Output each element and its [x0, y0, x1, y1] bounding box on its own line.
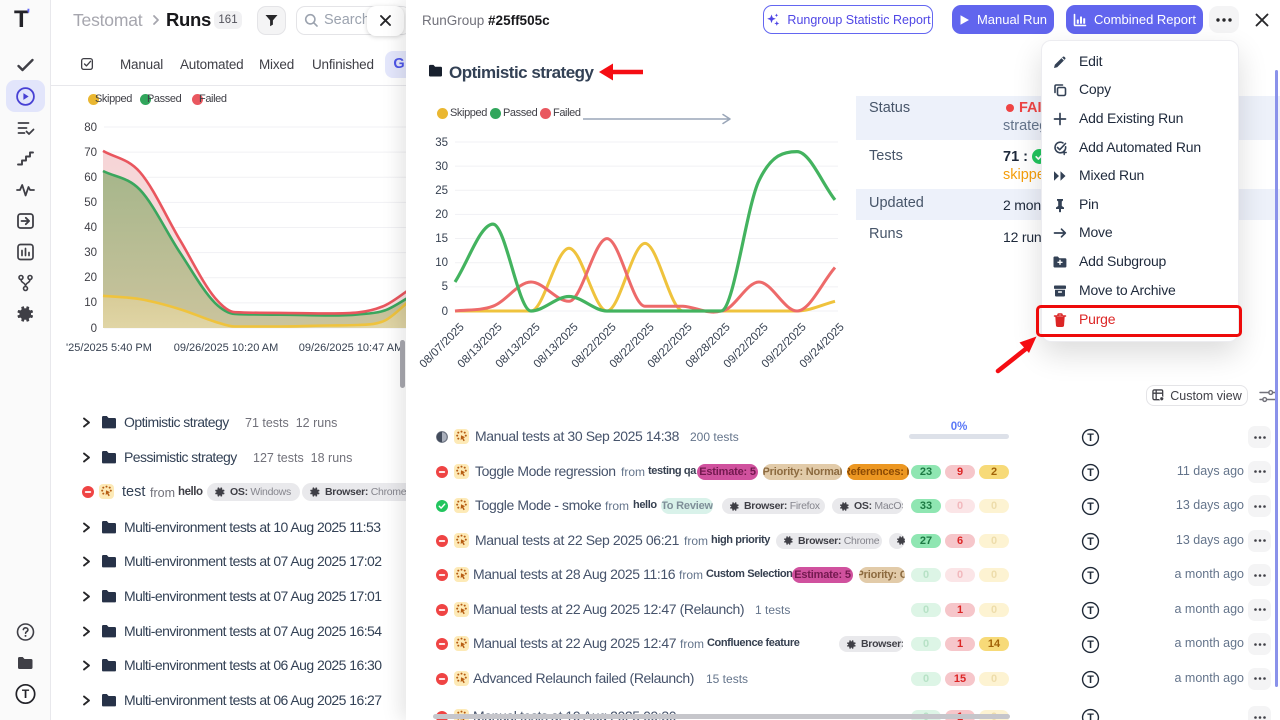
svg-text:20: 20: [84, 272, 97, 284]
svg-text:70: 70: [84, 147, 97, 159]
svg-text:80: 80: [84, 122, 97, 134]
svg-text:20: 20: [435, 209, 448, 221]
svg-text:5: 5: [442, 281, 448, 293]
svg-text:T: T: [1087, 639, 1094, 651]
svg-text:T: T: [1087, 467, 1094, 479]
svg-text:10: 10: [435, 257, 448, 269]
svg-text:25: 25: [435, 185, 448, 197]
svg-text:T: T: [1087, 570, 1094, 582]
svg-text:10: 10: [84, 297, 97, 309]
svg-text:35: 35: [435, 137, 448, 149]
svg-text:T: T: [1087, 501, 1094, 513]
svg-text:40: 40: [84, 222, 97, 234]
svg-text:T: T: [1087, 712, 1094, 720]
svg-text:T: T: [22, 687, 30, 701]
svg-text:50: 50: [84, 197, 97, 209]
svg-text:09/26/2025 10:47 AM: 09/26/2025 10:47 AM: [299, 342, 404, 354]
svg-text:T: T: [1087, 674, 1094, 686]
svg-text:09/26/2025 10:20 AM: 09/26/2025 10:20 AM: [174, 342, 279, 354]
svg-text:30: 30: [84, 247, 97, 259]
svg-text:T: T: [1087, 605, 1094, 617]
svg-text:T: T: [1087, 536, 1094, 548]
svg-text:'25/2025 5:40 PM: '25/2025 5:40 PM: [66, 342, 152, 354]
svg-text:T: T: [1087, 432, 1094, 444]
svg-text:60: 60: [84, 172, 97, 184]
svg-text:30: 30: [435, 161, 448, 173]
svg-text:15: 15: [435, 233, 448, 245]
svg-text:0: 0: [91, 323, 97, 335]
svg-text:0: 0: [442, 306, 448, 318]
